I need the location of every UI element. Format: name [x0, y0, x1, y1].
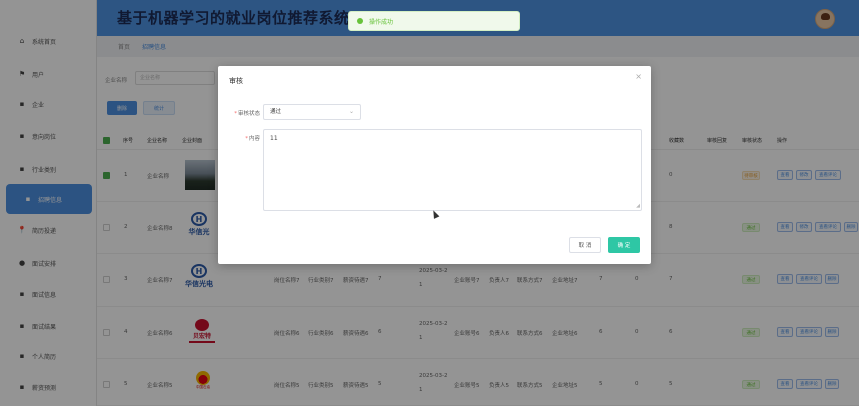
content-textarea-value: 11 [270, 135, 278, 142]
dialog-title: 审核 [229, 77, 243, 85]
content-field-label-text: 内容 [248, 136, 260, 142]
confirm-button-label: 确 定 [617, 243, 631, 249]
review-dialog: 审核 × *审核状态 通过 ⌄ *内容 11 ◢ 取 消 确 定 [218, 66, 651, 264]
status-select-value: 通过 [270, 109, 282, 115]
status-select[interactable]: 通过 ⌄ [263, 104, 361, 120]
confirm-button[interactable]: 确 定 [608, 237, 640, 253]
required-mark: * [234, 111, 237, 117]
success-toast: 操作成功 [348, 11, 520, 31]
required-mark: * [245, 136, 248, 142]
success-icon [357, 18, 363, 24]
status-field-label-text: 审核状态 [237, 111, 260, 117]
chevron-down-icon: ⌄ [348, 108, 354, 115]
status-field-label: *审核状态 [226, 109, 260, 117]
close-icon[interactable]: × [635, 72, 642, 81]
resize-handle-icon[interactable]: ◢ [636, 203, 640, 209]
cancel-button[interactable]: 取 消 [569, 237, 601, 253]
toast-text: 操作成功 [369, 18, 394, 26]
content-textarea[interactable]: 11 ◢ [263, 129, 642, 211]
cancel-button-label: 取 消 [578, 243, 592, 249]
content-field-label: *内容 [226, 134, 260, 142]
